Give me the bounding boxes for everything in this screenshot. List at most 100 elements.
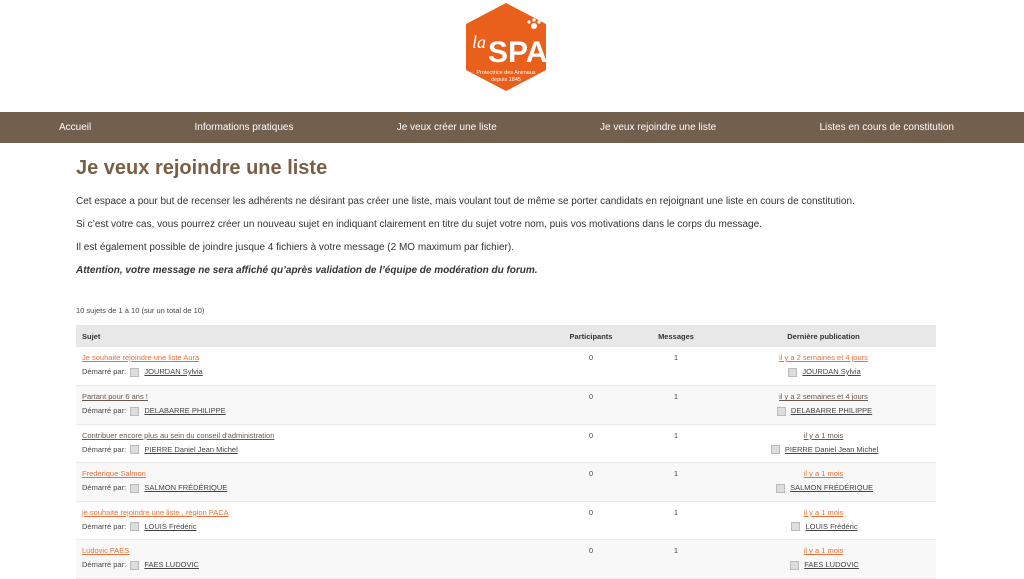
topic-last-publication-cell: il y a 1 mois LOUIS Frédéric — [711, 501, 936, 540]
topic-last-publication-cell: il y a 2 semaines et 4 jours JOURDAN Syl… — [711, 347, 936, 386]
topic-started-by: Démarré par: JOURDAN Sylvia — [82, 367, 540, 377]
started-by-label: Démarré par: — [82, 406, 127, 416]
topic-last-publication-cell: il y a 1 mois SALMON FRÉDÉRIQUE — [711, 463, 936, 502]
logo-text-spa: SPA — [488, 36, 547, 69]
user-avatar-icon — [130, 483, 140, 493]
topic-participants: 0 — [588, 546, 594, 556]
spa-logo[interactable]: la SPA Protectrice des Animaux depuis 18… — [462, 2, 550, 92]
user-avatar-icon — [791, 522, 801, 532]
user-avatar-icon — [130, 522, 140, 532]
topic-participants: 0 — [588, 430, 594, 440]
table-row: Partant pour 6 ans ! Démarré par: DELABA… — [76, 385, 936, 425]
table-row: Frederique Salmon Démarré par: SALMON FR… — [76, 462, 936, 502]
topic-started-by: Démarré par: LOUIS Frédéric — [82, 522, 540, 532]
topic-author-link[interactable]: JOURDAN Sylvia — [144, 367, 202, 376]
header-participants: Participants — [569, 331, 613, 341]
topic-started-by: Démarré par: PIERRE Daniel Jean Michel — [82, 445, 540, 455]
main-content: Je veux rejoindre une liste Cet espace a… — [76, 143, 936, 579]
header-last-publication: Dernière publication — [787, 331, 860, 341]
topic-author-link[interactable]: SALMON FRÉDÉRIQUE — [144, 483, 227, 492]
table-row: Je souhaite rejoindre une liste Aura Dém… — [76, 347, 936, 386]
topic-subject-cell: Je souhaite rejoindre une liste Aura Dém… — [76, 347, 541, 386]
table-row: je souhaite rejoindre une liste , région… — [76, 501, 936, 540]
main-nav: Accueil Informations pratiques Je veux c… — [0, 112, 1024, 143]
nav-listes-en-cours[interactable]: Listes en cours de constitution — [819, 122, 954, 133]
last-publication-user: DELABARRE PHILIPPE — [712, 406, 935, 416]
topic-started-by: Démarré par: DELABARRE PHILIPPE — [82, 406, 540, 416]
topic-title-link[interactable]: Partant pour 6 ans ! — [82, 392, 540, 401]
topic-title-link[interactable]: je souhaite rejoindre une liste , région… — [82, 508, 540, 517]
user-avatar-icon — [775, 483, 785, 493]
topic-messages: 1 — [673, 469, 679, 479]
user-avatar-icon — [770, 445, 780, 455]
last-user-link[interactable]: JOURDAN Sylvia — [802, 367, 860, 376]
topic-last-publication-cell: il y a 2 semaines et 4 jours DELABARRE P… — [711, 386, 936, 425]
topic-messages: 1 — [673, 546, 679, 556]
last-publication-link[interactable]: il y a 2 semaines et 4 jours — [712, 353, 935, 362]
user-avatar-icon — [130, 367, 140, 377]
topic-participants: 0 — [588, 392, 594, 402]
topic-subject-cell: je souhaite rejoindre une liste , région… — [76, 501, 541, 540]
intro-text: Cet espace a pour but de recenser les ad… — [76, 196, 936, 277]
topic-title-link[interactable]: Frederique Salmon — [82, 469, 540, 478]
moderation-warning: Attention, votre message ne sera affiché… — [76, 265, 538, 276]
topic-author-link[interactable]: PIERRE Daniel Jean Michel — [144, 445, 237, 454]
intro-paragraph-2: Si c’est votre cas, vous pourrez créer u… — [76, 219, 762, 230]
intro-paragraph-3: Il est également possible de joindre jus… — [76, 242, 514, 253]
user-avatar-icon — [130, 406, 140, 416]
nav-informations-pratiques[interactable]: Informations pratiques — [195, 122, 294, 133]
topic-subject-cell: Contribuer encore plus au sein du consei… — [76, 424, 541, 463]
table-header-row: Sujet Participants Messages Dernière pub… — [76, 325, 936, 347]
topic-messages: 1 — [673, 392, 679, 402]
topic-title-link[interactable]: Je souhaite rejoindre une liste Aura — [82, 353, 540, 362]
nav-creer-liste[interactable]: Je veux créer une liste — [397, 122, 497, 133]
header-messages: Messages — [658, 331, 694, 341]
topic-participants: 0 — [588, 507, 594, 517]
user-avatar-icon — [788, 367, 798, 377]
last-publication-link[interactable]: il y a 1 mois — [712, 508, 935, 517]
last-publication-user: LOUIS Frédéric — [712, 522, 935, 532]
last-publication-link[interactable]: il y a 1 mois — [712, 469, 935, 478]
user-avatar-icon — [130, 445, 140, 455]
last-user-link[interactable]: PIERRE Daniel Jean Michel — [785, 445, 878, 454]
topic-author-link[interactable]: LOUIS Frédéric — [144, 522, 196, 531]
last-publication-link[interactable]: il y a 1 mois — [712, 431, 935, 440]
last-publication-user: PIERRE Daniel Jean Michel — [712, 445, 935, 455]
topic-subject-cell: Frederique Salmon Démarré par: SALMON FR… — [76, 463, 541, 502]
topic-last-publication-cell: il y a 1 mois FAES LUDOVIC — [711, 540, 936, 579]
user-avatar-icon — [130, 560, 140, 570]
intro-paragraph-1: Cet espace a pour but de recenser les ad… — [76, 196, 855, 207]
last-user-link[interactable]: LOUIS Frédéric — [805, 522, 857, 531]
started-by-label: Démarré par: — [82, 367, 127, 376]
topic-messages: 1 — [673, 353, 679, 362]
logo-tagline: Protectrice des Animaux — [476, 70, 536, 76]
header-subject: Sujet — [82, 331, 101, 341]
topic-title-link[interactable]: Contribuer encore plus au sein du consei… — [82, 431, 540, 440]
last-user-link[interactable]: SALMON FRÉDÉRIQUE — [790, 483, 873, 492]
topic-subject-cell: Partant pour 6 ans ! Démarré par: DELABA… — [76, 386, 541, 425]
page-title: Je veux rejoindre une liste — [76, 157, 328, 179]
user-avatar-icon — [790, 560, 800, 570]
topic-last-publication-cell: il y a 1 mois PIERRE Daniel Jean Michel — [711, 424, 936, 463]
last-publication-user: SALMON FRÉDÉRIQUE — [712, 483, 935, 493]
last-publication-link[interactable]: il y a 1 mois — [712, 546, 935, 555]
started-by-label: Démarré par: — [82, 521, 127, 531]
topic-author-link[interactable]: DELABARRE PHILIPPE — [144, 406, 225, 415]
topic-title-link[interactable]: Ludovic FAES — [82, 546, 540, 555]
table-row: Contribuer encore plus au sein du consei… — [76, 424, 936, 463]
last-user-link[interactable]: DELABARRE PHILIPPE — [791, 406, 872, 415]
started-by-label: Démarré par: — [82, 483, 127, 493]
topic-participants: 0 — [588, 353, 594, 362]
topic-messages: 1 — [673, 430, 679, 440]
nav-rejoindre-liste[interactable]: Je veux rejoindre une liste — [600, 122, 716, 133]
nav-accueil[interactable]: Accueil — [59, 122, 91, 133]
user-avatar-icon — [776, 406, 786, 416]
site-header: la SPA Protectrice des Animaux depuis 18… — [0, 0, 1024, 112]
topic-count: 10 sujets de 1 à 10 (sur un total de 10) — [76, 306, 205, 315]
topic-participants: 0 — [588, 469, 594, 479]
last-publication-link[interactable]: il y a 2 semaines et 4 jours — [712, 392, 935, 401]
table-row: Ludovic FAES Démarré par: FAES LUDOVIC 0… — [76, 539, 936, 579]
topics-table: Sujet Participants Messages Dernière pub… — [76, 325, 936, 579]
logo-tagline-year: depuis 1845 — [491, 77, 521, 83]
started-by-label: Démarré par: — [82, 444, 127, 454]
